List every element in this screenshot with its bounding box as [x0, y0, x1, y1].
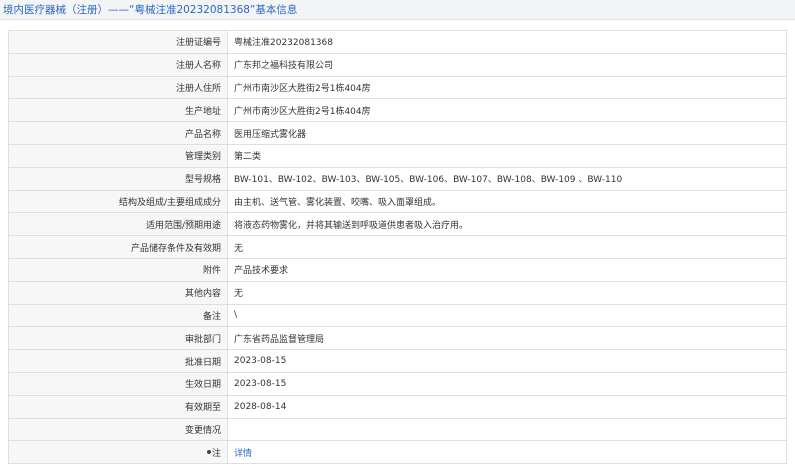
row-label-structure-composition: 结构及组成/主要组成成分 — [8, 189, 228, 214]
table-row: 有效期至 2028-08-14 — [8, 394, 787, 419]
row-label-remarks: 备注 — [8, 303, 228, 328]
row-label-model-spec: 型号规格 — [8, 166, 228, 191]
row-label-storage-validity: 产品储存条件及有效期 — [8, 235, 228, 259]
table-row: 变更情况 — [8, 417, 787, 442]
table-row: 产品储存条件及有效期 无 — [8, 235, 787, 259]
table-row: 管理类别 第二类 — [8, 143, 787, 168]
row-value-registrant-name: 广东邦之福科技有限公司 — [227, 52, 787, 77]
row-label-management-category: 管理类别 — [8, 143, 228, 168]
table-row: 适用范围/预期用途 将液态药物雾化，并将其输送到呼吸道供患者吸入治疗用。 — [8, 212, 787, 237]
table-row: 备注 \ — [8, 303, 787, 328]
row-value-intended-use: 将液态药物雾化，并将其输送到呼吸道供患者吸入治疗用。 — [227, 212, 787, 237]
row-label-registrant-name: 注册人名称 — [8, 52, 228, 77]
row-value-structure-composition: 由主机、送气管、雾化装置、咬嘴、吸入面罩组成。 — [227, 189, 787, 214]
row-label-production-address: 生产地址 — [8, 98, 228, 123]
row-value-remarks: \ — [227, 303, 787, 328]
row-value-product-name: 医用压缩式雾化器 — [227, 121, 787, 145]
table-row: 注 详情 — [8, 440, 787, 465]
row-label-intended-use: 适用范围/预期用途 — [8, 212, 228, 237]
row-value-registrant-address: 广州市南沙区大胜街2号1栋404房 — [227, 75, 787, 100]
row-label-note: 注 — [8, 440, 228, 465]
row-value-other-content: 无 — [227, 280, 787, 305]
table-row: 型号规格 BW-101、BW-102、BW-103、BW-105、BW-106、… — [8, 166, 787, 191]
row-value-valid-until: 2028-08-14 — [227, 394, 787, 419]
row-value-approval-date: 2023-08-15 — [227, 349, 787, 373]
table-row: 产品名称 医用压缩式雾化器 — [8, 121, 787, 145]
table-row: 审批部门 广东省药品监督管理局 — [8, 326, 787, 351]
page-header: 境内医疗器械（注册）——“粤械注准20232081368”基本信息 — [0, 0, 795, 20]
row-label-product-name: 产品名称 — [8, 121, 228, 145]
table-row: 注册证编号 粤械注准20232081368 — [8, 30, 787, 54]
row-label-valid-until: 有效期至 — [8, 394, 228, 419]
details-link[interactable]: 详情 — [234, 449, 252, 459]
row-label-approval-department: 审批部门 — [8, 326, 228, 351]
table-row: 注册人住所 广州市南沙区大胜街2号1栋404房 — [8, 75, 787, 100]
page-title: 境内医疗器械（注册）——“粤械注准20232081368”基本信息 — [3, 4, 298, 16]
bullet-dot-icon — [206, 450, 211, 455]
table-row: 其他内容 无 — [8, 280, 787, 305]
row-label-registration-number: 注册证编号 — [8, 30, 228, 54]
row-label-approval-date: 批准日期 — [8, 349, 228, 373]
info-table-container: 注册证编号 粤械注准20232081368 注册人名称 广东邦之福科技有限公司 … — [8, 30, 787, 465]
row-label-change-status: 变更情况 — [8, 417, 228, 442]
row-value-registration-number: 粤械注准20232081368 — [227, 30, 787, 54]
info-table: 注册证编号 粤械注准20232081368 注册人名称 广东邦之福科技有限公司 … — [8, 30, 787, 465]
row-value-change-status — [227, 417, 787, 442]
note-label-text: 注 — [211, 448, 221, 459]
table-row: 结构及组成/主要组成成分 由主机、送气管、雾化装置、咬嘴、吸入面罩组成。 — [8, 189, 787, 214]
row-value-storage-validity: 无 — [227, 235, 787, 259]
row-label-other-content: 其他内容 — [8, 280, 228, 305]
table-row: 生效日期 2023-08-15 — [8, 371, 787, 396]
row-label-effective-date: 生效日期 — [8, 371, 228, 396]
row-value-management-category: 第二类 — [227, 143, 787, 168]
table-row: 生产地址 广州市南沙区大胜街2号1栋404房 — [8, 98, 787, 123]
table-row: 附件 产品技术要求 — [8, 257, 787, 282]
table-row: 批准日期 2023-08-15 — [8, 349, 787, 373]
row-value-note: 详情 — [227, 440, 787, 465]
row-label-registrant-address: 注册人住所 — [8, 75, 228, 100]
row-value-model-spec: BW-101、BW-102、BW-103、BW-105、BW-106、BW-10… — [227, 166, 787, 191]
table-row: 注册人名称 广东邦之福科技有限公司 — [8, 52, 787, 77]
row-value-approval-department: 广东省药品监督管理局 — [227, 326, 787, 351]
row-label-attachment: 附件 — [8, 257, 228, 282]
row-value-effective-date: 2023-08-15 — [227, 371, 787, 396]
row-value-production-address: 广州市南沙区大胜街2号1栋404房 — [227, 98, 787, 123]
row-value-attachment: 产品技术要求 — [227, 257, 787, 282]
